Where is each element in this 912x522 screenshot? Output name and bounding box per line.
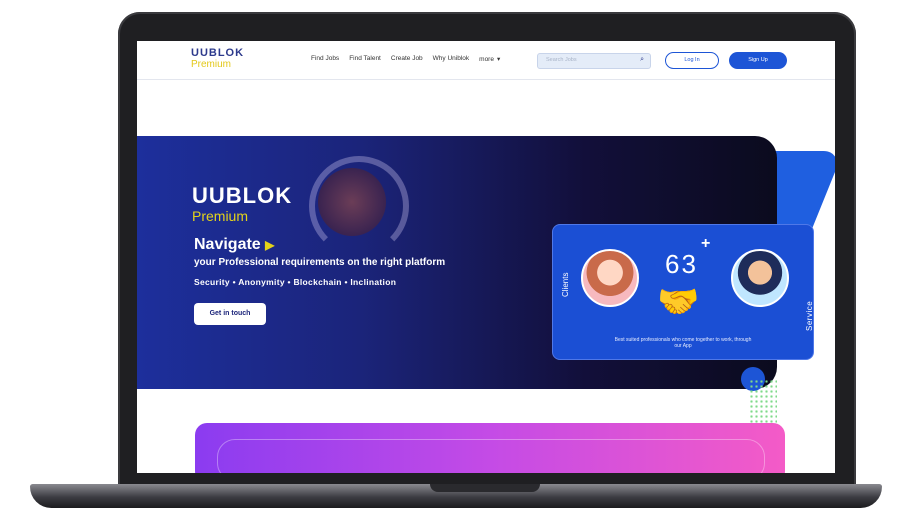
stats-card: Clients 63 + 🤝 Service providers Best su…	[552, 224, 823, 360]
logo-sub-text: Premium	[191, 59, 232, 70]
stat-plus: +	[701, 235, 711, 252]
nav-link-find-jobs[interactable]: Find Jobs	[311, 55, 339, 63]
hero-tags: Security • Anonymity • Blockchain • Incl…	[194, 277, 397, 287]
card-caption: Best suited professionals who come toget…	[614, 337, 752, 349]
promo-banner-inner	[217, 439, 765, 473]
search-placeholder: Search Jobs	[546, 57, 577, 63]
play-triangle-icon: ▶	[265, 238, 275, 252]
hero-logo-main: UUBLOK	[192, 183, 293, 208]
hero-logo-sub: Premium	[192, 208, 249, 224]
service-providers-label: Service providers	[805, 293, 823, 331]
hero-title-text: Navigate	[194, 236, 261, 253]
hero-logo: UUBLOK Premium	[192, 183, 293, 225]
nav-links: Find Jobs Find Talent Create Job Why Uni…	[311, 55, 500, 63]
laptop-base	[30, 484, 882, 508]
login-button[interactable]: Log In	[665, 52, 719, 69]
handshake-icon: 🤝	[657, 283, 700, 321]
hero-title: Navigate ▶	[194, 236, 274, 254]
laptop-notch	[430, 484, 540, 492]
headphone-graphic	[309, 156, 409, 256]
promo-banner	[195, 423, 785, 473]
top-nav: UUBLOK Premium Find Jobs Find Talent Cre…	[137, 41, 835, 80]
get-in-touch-button[interactable]: Get in touch	[194, 303, 266, 325]
nav-link-why-uniblok[interactable]: Why Uniblok	[433, 55, 469, 63]
hero-subtitle: your Professional requirements on the ri…	[194, 257, 446, 268]
signup-button[interactable]: Sign Up	[729, 52, 787, 69]
search-icon[interactable]: ⌕	[640, 56, 644, 64]
nav-more-dropdown[interactable]: more ▾	[479, 55, 501, 64]
chevron-down-icon: ▾	[496, 56, 501, 63]
logo-main-text: UUBLOK	[191, 47, 245, 59]
client-avatar	[581, 249, 639, 307]
decorative-dots	[749, 379, 777, 425]
stat-count: 63	[665, 249, 698, 279]
nav-link-create-job[interactable]: Create Job	[391, 55, 423, 63]
clients-label: Clients	[561, 272, 570, 297]
laptop-screen: UUBLOK Premium Find Jobs Find Talent Cre…	[137, 41, 835, 473]
nav-link-find-talent[interactable]: Find Talent	[349, 55, 381, 63]
brand-logo[interactable]: UUBLOK Premium	[191, 47, 244, 70]
provider-avatar	[731, 249, 789, 307]
nav-more-label: more	[479, 55, 494, 63]
search-input[interactable]: Search Jobs ⌕	[537, 53, 651, 69]
